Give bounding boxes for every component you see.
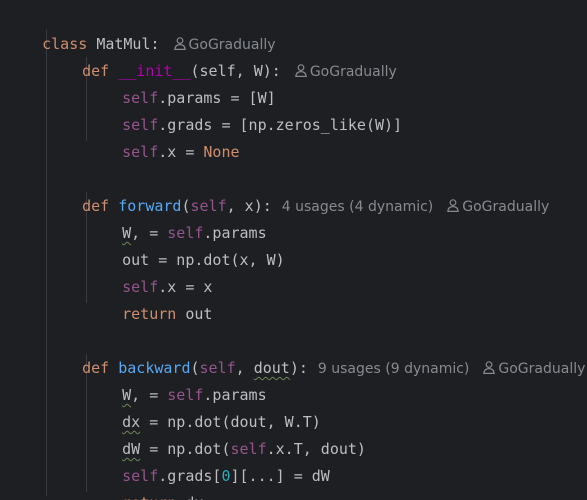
author-name: GoGradually [462, 199, 550, 215]
code-line[interactable]: return out [86, 274, 212, 323]
code-line[interactable]: return dx [86, 463, 203, 500]
author-name: GoGradually [309, 64, 397, 80]
number-literal: 0 [221, 467, 231, 485]
author-inlay[interactable]: GoGradually [447, 199, 549, 215]
code-line[interactable]: dW = np.dot(self.x.T, dout) [86, 409, 366, 458]
code-line[interactable]: self.x = x [86, 247, 212, 296]
code-line[interactable]: W, = self.params [86, 193, 267, 242]
code-line[interactable]: dx = np.dot(dout, W.T) [86, 382, 321, 431]
code-editor[interactable]: class MatMul: GoGradually def __init__(se… [0, 0, 587, 500]
code-line-backward-def[interactable]: def backward(self, dout): 9 usages (9 dyn… [46, 328, 585, 377]
keyword-return: return [122, 494, 176, 500]
person-icon [294, 64, 307, 77]
code-text: dx [176, 494, 203, 500]
code-line[interactable]: out = np.dot(x, W) [86, 220, 285, 269]
self-token: self [122, 143, 159, 161]
usages-hint[interactable]: 4 usages (4 dynamic) [282, 199, 433, 215]
code-line[interactable]: W, = self.params [86, 355, 267, 404]
keyword-return: return [122, 305, 177, 323]
code-line[interactable]: self.params = [W] [86, 58, 276, 107]
code-line[interactable]: self.grads = [np.zeros_like(W)] [86, 85, 402, 134]
author-name: GoGradually [498, 361, 586, 377]
code-text: out [176, 305, 213, 323]
person-icon [447, 199, 460, 212]
person-icon [483, 361, 496, 374]
code-line[interactable]: self.x = None [86, 112, 239, 161]
code-line-forward-def[interactable]: def forward(self, x): 4 usages (4 dynamic… [46, 166, 549, 215]
usages-hint[interactable]: 9 usages (9 dynamic) [318, 361, 469, 377]
code-line-class[interactable]: class MatMul: GoGradually [6, 4, 275, 53]
none-keyword: None [203, 143, 240, 161]
code-text: .x = [158, 143, 204, 161]
code-line[interactable]: self.grads[0][...] = dW [86, 436, 330, 485]
author-inlay[interactable]: GoGradually [483, 361, 585, 377]
author-inlay[interactable]: GoGradually [294, 64, 397, 80]
code-line-init-def[interactable]: def __init__(self, W): GoGradually [46, 31, 397, 80]
